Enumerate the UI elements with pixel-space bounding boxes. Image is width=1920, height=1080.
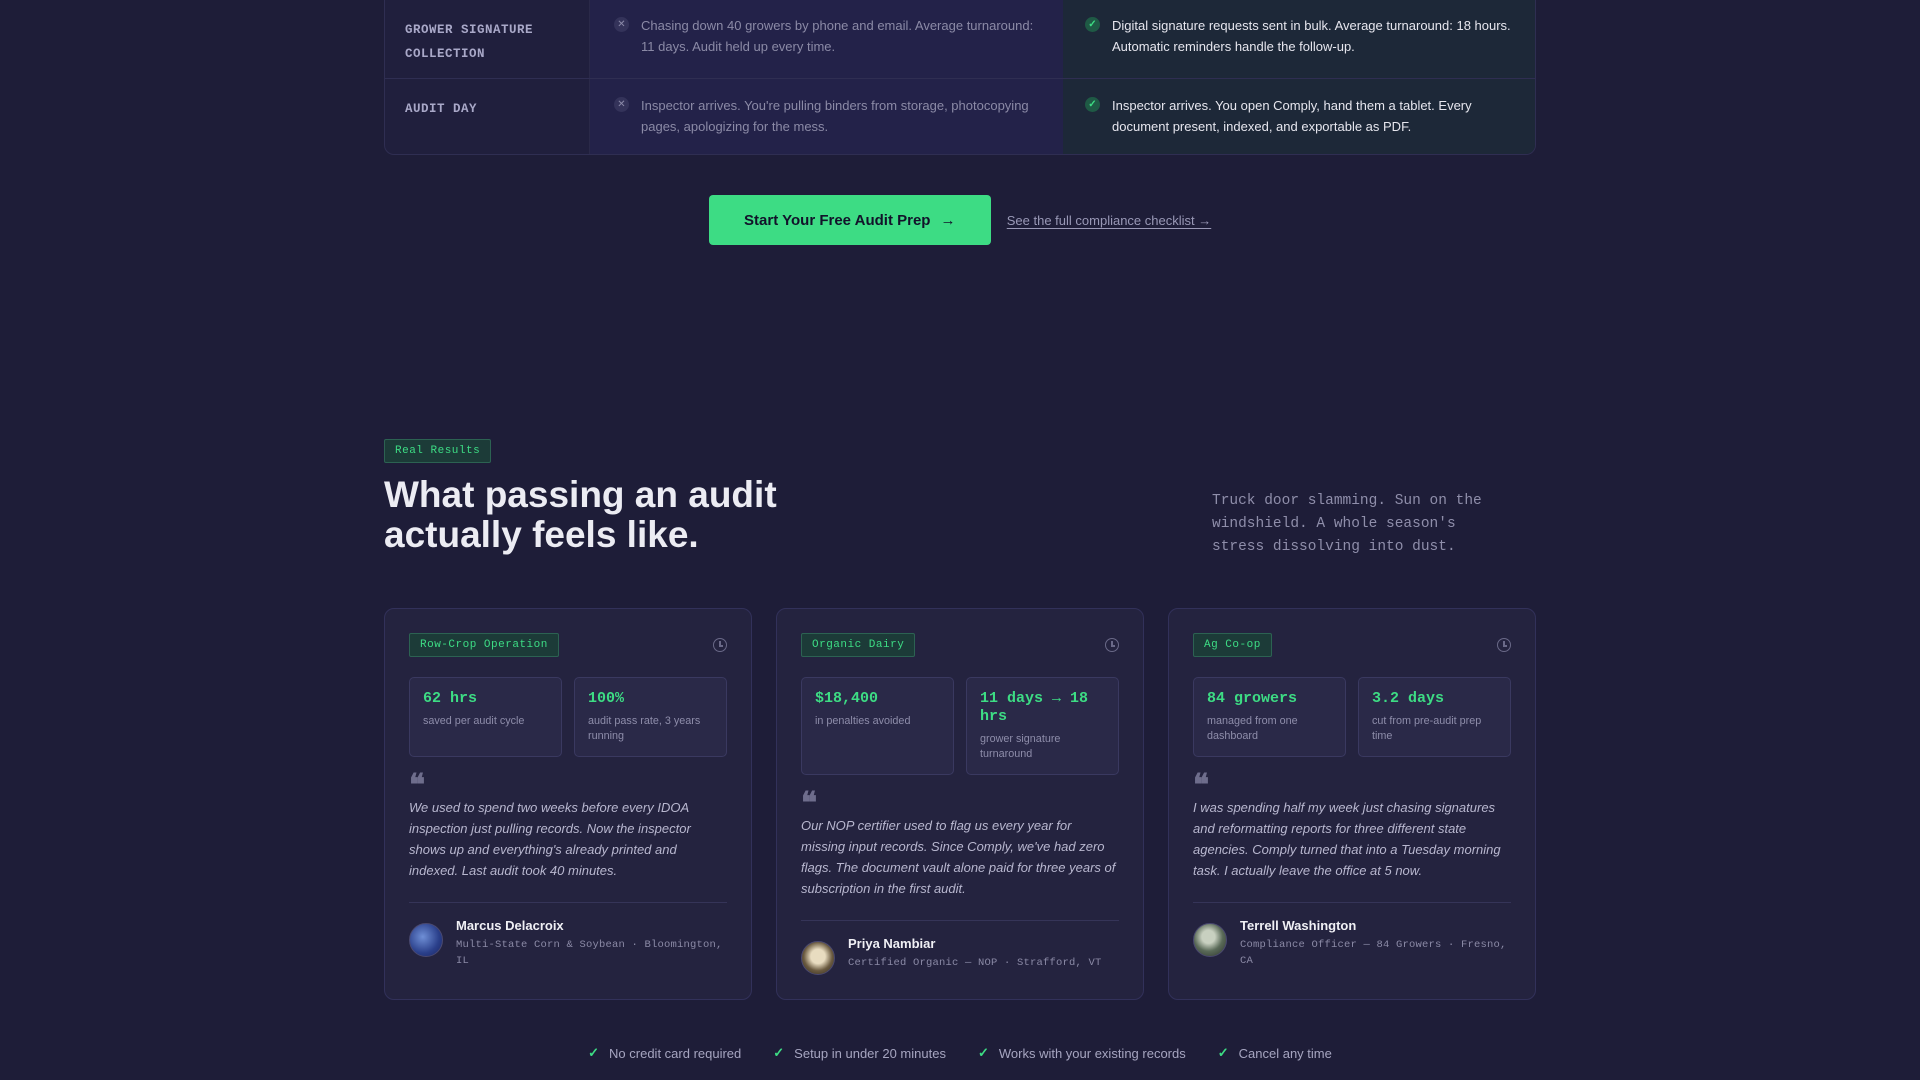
quote-icon: ❝ bbox=[1193, 768, 1210, 803]
x-icon: ✕ bbox=[614, 17, 629, 32]
card-tag: Ag Co-op bbox=[1193, 633, 1272, 657]
clock-icon bbox=[1497, 638, 1511, 652]
check-icon: ✓ bbox=[1085, 17, 1100, 32]
trust-item: ✓ Setup in under 20 minutes bbox=[773, 1045, 946, 1061]
comparison-row: GROWER SIGNATURE COLLECTION ✕ Chasing do… bbox=[385, 0, 1535, 79]
stat-value: 11 days → 18 hrs bbox=[980, 690, 1089, 725]
author-meta: Multi-State Corn & Soybean · Bloomington… bbox=[456, 939, 723, 967]
avatar bbox=[1193, 923, 1227, 957]
author-name: Terrell Washington bbox=[1240, 918, 1357, 933]
comparison-row: AUDIT DAY ✕ Inspector arrives. You're pu… bbox=[385, 79, 1535, 154]
author: Priya Nambiar Certified Organic — NOP · … bbox=[801, 935, 1119, 975]
before-text: Inspector arrives. You're pulling binder… bbox=[641, 98, 1029, 134]
trust-item: ✓ Works with your existing records bbox=[978, 1045, 1186, 1061]
stat-label: in penalties avoided bbox=[815, 715, 911, 727]
author-meta: Compliance Officer — 84 Growers · Fresno… bbox=[1240, 939, 1507, 967]
arrow-right-icon: → bbox=[940, 211, 956, 229]
trust-row: ✓ No credit card required ✓ Setup in und… bbox=[384, 1045, 1536, 1061]
stat-value: 84 growers bbox=[1207, 690, 1298, 707]
compliance-checklist-link[interactable]: See the full compliance checklist → bbox=[1007, 213, 1211, 228]
results-header: Real Results What passing an audit actua… bbox=[384, 439, 1536, 559]
stat-label: cut from pre-audit prep time bbox=[1372, 715, 1482, 742]
check-icon: ✓ bbox=[773, 1045, 785, 1060]
divider bbox=[801, 920, 1119, 921]
testimonial-quote: Our NOP certifier used to flag us every … bbox=[801, 818, 1116, 896]
card-tag: Row-Crop Operation bbox=[409, 633, 559, 657]
quote-icon: ❝ bbox=[409, 768, 426, 803]
trust-label: Cancel any time bbox=[1238, 1045, 1332, 1061]
section-badge: Real Results bbox=[384, 439, 492, 463]
trust-item: ✓ Cancel any time bbox=[1218, 1045, 1332, 1061]
comparison-table: GROWER SIGNATURE COLLECTION ✕ Chasing do… bbox=[384, 0, 1536, 155]
stat-box: 62 hrs saved per audit cycle bbox=[409, 677, 562, 757]
author: Terrell Washington Compliance Officer — … bbox=[1193, 917, 1511, 969]
avatar bbox=[801, 941, 835, 975]
testimonial-cards: Row-Crop Operation 62 hrs saved per audi… bbox=[384, 608, 1536, 1000]
clock-icon bbox=[1105, 638, 1119, 652]
author-name: Marcus Delacroix bbox=[456, 918, 564, 933]
check-icon: ✓ bbox=[1217, 1045, 1229, 1060]
testimonial-quote: We used to spend two weeks before every … bbox=[409, 800, 691, 878]
card-tag: Organic Dairy bbox=[801, 633, 916, 657]
divider bbox=[1193, 902, 1511, 903]
row-label: AUDIT DAY bbox=[385, 79, 590, 154]
before-text: Chasing down 40 growers by phone and ema… bbox=[641, 18, 1034, 54]
row-label: GROWER SIGNATURE COLLECTION bbox=[385, 0, 590, 78]
quote-icon: ❝ bbox=[801, 786, 818, 821]
trust-label: Setup in under 20 minutes bbox=[794, 1045, 946, 1061]
divider bbox=[409, 902, 727, 903]
before-cell: ✕ Inspector arrives. You're pulling bind… bbox=[590, 79, 1063, 154]
author: Marcus Delacroix Multi-State Corn & Soyb… bbox=[409, 917, 727, 969]
trust-label: No credit card required bbox=[609, 1045, 742, 1061]
stat-box: 3.2 days cut from pre-audit prep time bbox=[1358, 677, 1511, 757]
stat-value: $18,400 bbox=[815, 690, 879, 707]
start-audit-prep-label: Start Your Free Audit Prep bbox=[744, 211, 931, 229]
testimonial-card: Row-Crop Operation 62 hrs saved per audi… bbox=[384, 608, 752, 1000]
trust-label: Works with your existing records bbox=[998, 1045, 1186, 1061]
x-icon: ✕ bbox=[614, 97, 629, 112]
stat-value: 100% bbox=[588, 690, 625, 707]
stat-label: managed from one dashboard bbox=[1207, 715, 1298, 742]
before-cell: ✕ Chasing down 40 growers by phone and e… bbox=[590, 0, 1063, 78]
start-audit-prep-button[interactable]: Start Your Free Audit Prep → bbox=[708, 195, 991, 245]
cta-row: Start Your Free Audit Prep → See the ful… bbox=[384, 195, 1536, 245]
testimonial-quote: I was spending half my week just chasing… bbox=[1193, 800, 1501, 878]
after-cell: ✓ Inspector arrives. You open Comply, ha… bbox=[1063, 79, 1535, 154]
stat-value: 3.2 days bbox=[1372, 690, 1445, 707]
author-name: Priya Nambiar bbox=[848, 936, 936, 951]
stat-label: grower signature turnaround bbox=[980, 733, 1061, 760]
stat-box: 100% audit pass rate, 3 years running bbox=[574, 677, 727, 757]
section-aside: Truck door slamming. Sun on the windshie… bbox=[1212, 493, 1482, 555]
check-icon: ✓ bbox=[977, 1045, 989, 1060]
stat-label: saved per audit cycle bbox=[423, 715, 525, 727]
stat-box: 11 days → 18 hrs grower signature turnar… bbox=[966, 677, 1119, 775]
author-meta: Certified Organic — NOP · Strafford, VT bbox=[848, 957, 1102, 969]
check-icon: ✓ bbox=[1085, 97, 1100, 112]
testimonial-card: Ag Co-op 84 growers managed from one das… bbox=[1168, 608, 1536, 1000]
stat-label: audit pass rate, 3 years running bbox=[588, 715, 701, 742]
stat-box: 84 growers managed from one dashboard bbox=[1193, 677, 1346, 757]
after-text: Digital signature requests sent in bulk.… bbox=[1112, 18, 1511, 54]
testimonial-card: Organic Dairy $18,400 in penalties avoid… bbox=[776, 608, 1144, 1000]
trust-item: ✓ No credit card required bbox=[588, 1045, 741, 1061]
after-cell: ✓ Digital signature requests sent in bul… bbox=[1063, 0, 1535, 78]
after-text: Inspector arrives. You open Comply, hand… bbox=[1112, 98, 1472, 134]
section-heading: What passing an audit actually feels lik… bbox=[384, 474, 777, 555]
clock-icon bbox=[713, 638, 727, 652]
avatar bbox=[409, 923, 443, 957]
stat-value: 62 hrs bbox=[423, 690, 478, 707]
stat-box: $18,400 in penalties avoided bbox=[801, 677, 954, 775]
check-icon: ✓ bbox=[588, 1045, 600, 1060]
